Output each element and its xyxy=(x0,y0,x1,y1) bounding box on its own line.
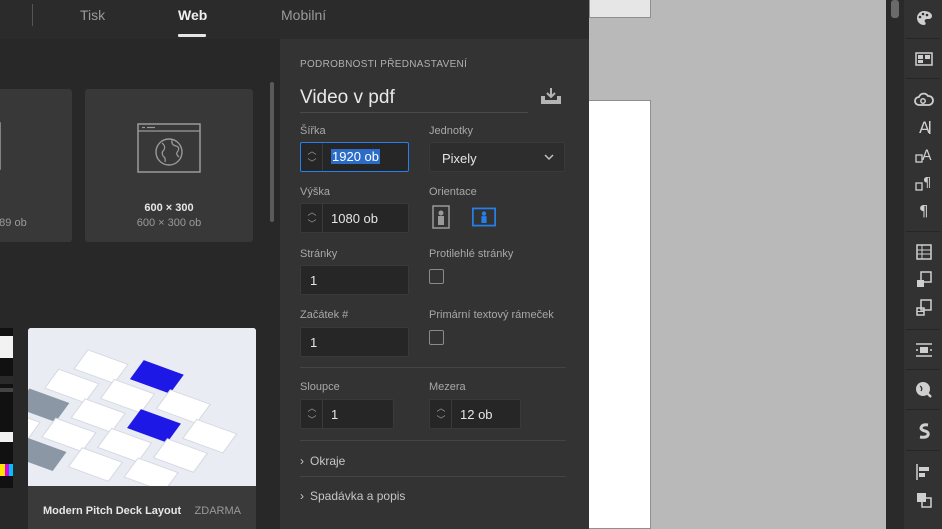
pages-label: Stránky xyxy=(300,248,338,260)
units-label: Jednotky xyxy=(429,125,474,137)
character-icon[interactable]: A xyxy=(914,117,934,137)
page-preview-top xyxy=(589,0,651,18)
units-dropdown[interactable]: Pixely xyxy=(429,142,565,172)
margins-section-toggle[interactable]: › Okraje xyxy=(300,454,345,468)
svg-text:¶: ¶ xyxy=(919,202,929,220)
template-card-partial[interactable] xyxy=(0,328,13,488)
pages-value[interactable]: 1 xyxy=(310,273,317,288)
section-title: PODROBNOSTI PŘEDNASTAVENÍ xyxy=(300,59,468,70)
columns-stepper-arrows[interactable]: ︿ ﹀ xyxy=(301,400,323,428)
margins-label: Okraje xyxy=(310,454,346,468)
web-page-icon xyxy=(0,122,1,170)
panel-divider xyxy=(906,409,940,410)
orientation-label: Orientace xyxy=(429,186,477,198)
divider xyxy=(300,440,566,441)
chevron-right-icon: › xyxy=(300,454,304,468)
character-styles-icon[interactable]: A xyxy=(914,145,934,165)
start-page-field[interactable]: 1 xyxy=(300,327,409,357)
tab-print[interactable]: Tisk xyxy=(80,7,105,23)
preset-card-partial[interactable]: 1,89 ob xyxy=(0,89,72,242)
panel-divider xyxy=(906,231,940,232)
swatches-icon[interactable] xyxy=(914,49,934,69)
gallery-scrollbar[interactable] xyxy=(270,82,274,222)
web-globe-icon xyxy=(137,123,201,173)
template-thumbnail xyxy=(28,328,256,493)
paragraph-icon[interactable]: ¶ xyxy=(914,200,934,220)
cell-styles-icon[interactable] xyxy=(914,298,934,318)
columns-label: Sloupce xyxy=(300,381,340,393)
panel-divider xyxy=(906,329,940,330)
table-icon[interactable] xyxy=(914,242,934,262)
columns-value[interactable]: 1 xyxy=(331,407,338,422)
panel-divider xyxy=(906,450,940,451)
tab-web[interactable]: Web xyxy=(178,7,207,23)
columns-stepper[interactable]: ︿ ﹀ 1 xyxy=(300,399,394,429)
document-canvas xyxy=(589,0,886,529)
divider xyxy=(300,367,566,368)
scrollbar-thumb[interactable] xyxy=(891,0,899,18)
bleed-label: Spadávka a popis xyxy=(310,489,406,503)
links-icon[interactable] xyxy=(914,380,934,400)
color-palette-icon[interactable] xyxy=(914,8,934,28)
cc-libraries-icon[interactable] xyxy=(914,90,934,110)
svg-text:¶: ¶ xyxy=(923,176,931,191)
bleed-section-toggle[interactable]: › Spadávka a popis xyxy=(300,489,405,503)
height-label: Výška xyxy=(300,186,330,198)
template-name: Modern Pitch Deck Layout xyxy=(43,505,182,517)
facing-pages-checkbox[interactable] xyxy=(429,269,444,284)
start-page-value[interactable]: 1 xyxy=(310,335,317,350)
panel-divider xyxy=(906,78,940,79)
height-stepper-arrows[interactable]: ︿ ﹀ xyxy=(301,204,323,232)
gutter-label: Mezera xyxy=(429,381,466,393)
landscape-orientation-icon[interactable] xyxy=(472,205,496,229)
preset-card-title: 600 × 300 xyxy=(144,202,194,214)
units-value: Pixely xyxy=(442,151,477,166)
svg-text:A: A xyxy=(922,148,932,164)
active-tab-indicator xyxy=(178,34,206,37)
gutter-stepper-arrows[interactable]: ︿ ﹀ xyxy=(430,400,452,428)
preset-name-field[interactable]: Video v pdf xyxy=(300,87,395,109)
effects-icon[interactable] xyxy=(914,421,934,441)
paragraph-styles-icon[interactable]: ¶ xyxy=(914,173,934,193)
pages-field[interactable]: 1 xyxy=(300,265,409,295)
preset-name-underline xyxy=(300,112,528,113)
width-label: Šířka xyxy=(300,125,326,137)
preset-card-size: 1,89 ob xyxy=(0,217,27,229)
width-stepper-arrows[interactable]: ︿ ﹀ xyxy=(301,143,323,171)
chevron-down-icon xyxy=(544,154,554,161)
facing-pages-label: Protilehlé stránky xyxy=(429,248,514,260)
tab-mobile[interactable]: Mobilní xyxy=(281,7,326,23)
pathfinder-icon[interactable] xyxy=(914,490,934,510)
gutter-value[interactable]: 12 ob xyxy=(460,407,493,422)
panel-divider xyxy=(906,38,940,39)
save-preset-icon[interactable] xyxy=(539,86,563,106)
width-value[interactable]: 1920 ob xyxy=(331,149,380,164)
preset-category-tabs: Tisk Web Mobilní xyxy=(0,0,589,39)
start-page-label: Začátek # xyxy=(300,309,349,321)
portrait-orientation-icon[interactable] xyxy=(429,205,453,229)
svg-text:A: A xyxy=(919,118,930,137)
height-value[interactable]: 1080 ob xyxy=(331,211,378,226)
divider xyxy=(300,476,566,477)
preset-card-size: 600 × 300 ob xyxy=(136,217,202,229)
gutter-stepper[interactable]: ︿ ﹀ 12 ob xyxy=(429,399,521,429)
tab-divider xyxy=(32,4,33,26)
template-price: ZDARMA xyxy=(194,505,241,517)
object-styles-icon[interactable] xyxy=(914,270,934,290)
primary-text-frame-label: Primární textový rámeček xyxy=(429,309,554,321)
preset-details-panel: PODROBNOSTI PŘEDNASTAVENÍ Video v pdf Ší… xyxy=(280,39,589,529)
panel-dock: A A ¶ ¶ xyxy=(904,0,942,529)
text-wrap-icon[interactable] xyxy=(914,340,934,360)
template-card-pitch-deck[interactable]: Modern Pitch Deck Layout ZDARMA xyxy=(28,328,256,529)
align-icon[interactable] xyxy=(914,462,934,482)
width-stepper[interactable]: ︿ ﹀ 1920 ob xyxy=(300,142,409,172)
chevron-right-icon: › xyxy=(300,489,304,503)
panel-divider xyxy=(906,369,940,370)
page-preview xyxy=(589,100,651,529)
canvas-vertical-scrollbar[interactable] xyxy=(886,0,904,529)
new-document-dialog: Tisk Web Mobilní 1,89 ob xyxy=(0,0,589,529)
height-stepper[interactable]: ︿ ﹀ 1080 ob xyxy=(300,203,409,233)
preset-card-600x300[interactable]: 600 × 300 600 × 300 ob xyxy=(85,89,253,242)
primary-text-frame-checkbox[interactable] xyxy=(429,330,444,345)
